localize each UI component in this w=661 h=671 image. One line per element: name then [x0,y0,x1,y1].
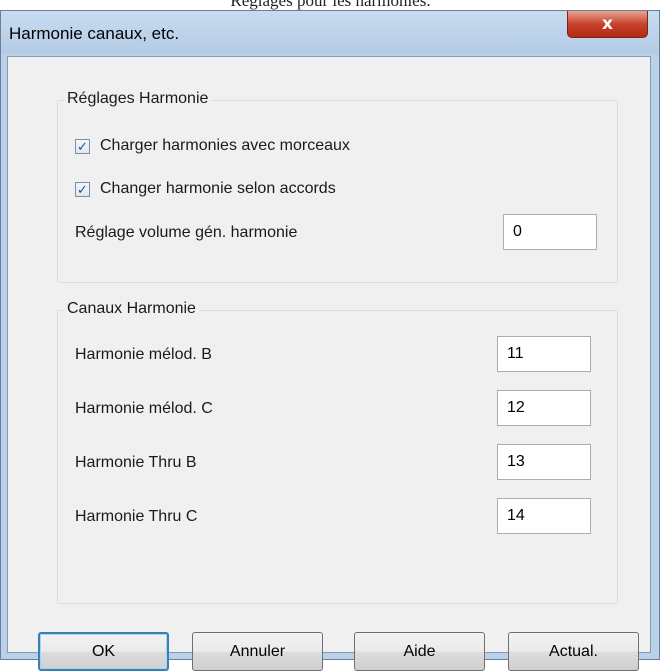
channel-label-melodic-c: Harmonie mélod. C [75,400,213,417]
ok-button[interactable]: OK [38,632,169,671]
title-bar[interactable]: Harmonie canaux, etc. x [1,11,659,54]
cancel-button[interactable]: Annuler [192,632,323,671]
help-button[interactable]: Aide [354,632,485,671]
channel-field-thru-b[interactable]: 13 [497,444,591,480]
channel-label-thru-b: Harmonie Thru B [75,454,197,471]
load-harmonies-label[interactable]: Charger harmonies avec morceaux [100,137,350,155]
channel-field-thru-c[interactable]: 14 [497,498,591,534]
dialog-window: Harmonie canaux, etc. x Réglages Harmoni… [0,10,660,671]
close-icon: x [602,14,613,34]
channel-field-melodic-c[interactable]: 12 [497,390,591,426]
checkmark-icon: ✓ [77,182,88,197]
volume-label: Réglage volume gén. harmonie [75,224,298,241]
checkmark-icon: ✓ [77,139,88,154]
window-title: Harmonie canaux, etc. [9,24,180,43]
harmony-channels-group-label: Canaux Harmonie [64,300,199,318]
channel-label-thru-c: Harmonie Thru C [75,508,198,525]
dialog-body: Réglages Harmonie ✓ Charger harmonies av… [7,56,651,671]
channel-field-melodic-b[interactable]: 11 [497,336,591,372]
volume-field[interactable]: 0 [503,214,597,250]
channel-label-melodic-b: Harmonie mélod. B [75,346,212,363]
close-button[interactable]: x [567,11,648,38]
load-harmonies-checkbox[interactable]: ✓ [75,139,90,154]
harmony-settings-group-label: Réglages Harmonie [64,90,212,108]
change-harmony-checkbox[interactable]: ✓ [75,182,90,197]
change-harmony-label[interactable]: Changer harmonie selon accords [100,180,336,198]
refresh-button[interactable]: Actual. [508,632,639,671]
